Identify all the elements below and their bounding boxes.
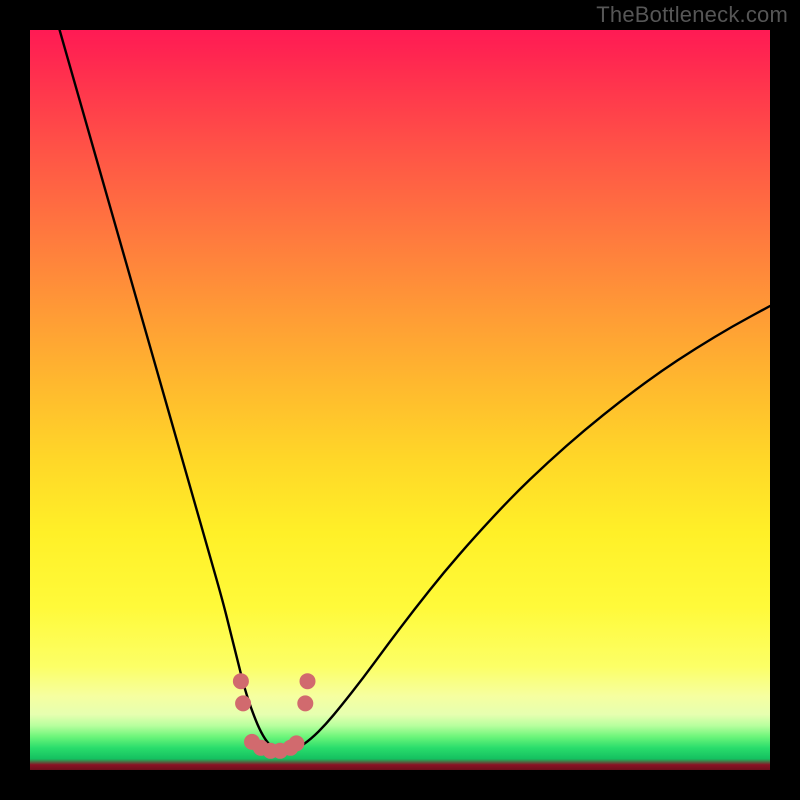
scatter-point bbox=[297, 695, 313, 711]
scatter-point bbox=[235, 695, 251, 711]
bottleneck-curve bbox=[30, 30, 770, 770]
scatter-points bbox=[233, 673, 316, 759]
scatter-point bbox=[300, 673, 316, 689]
scatter-point bbox=[233, 673, 249, 689]
plot-area bbox=[30, 30, 770, 770]
watermark-text: TheBottleneck.com bbox=[596, 2, 788, 28]
chart-container: TheBottleneck.com bbox=[0, 0, 800, 800]
scatter-point bbox=[288, 735, 304, 751]
curve-path bbox=[60, 30, 770, 752]
